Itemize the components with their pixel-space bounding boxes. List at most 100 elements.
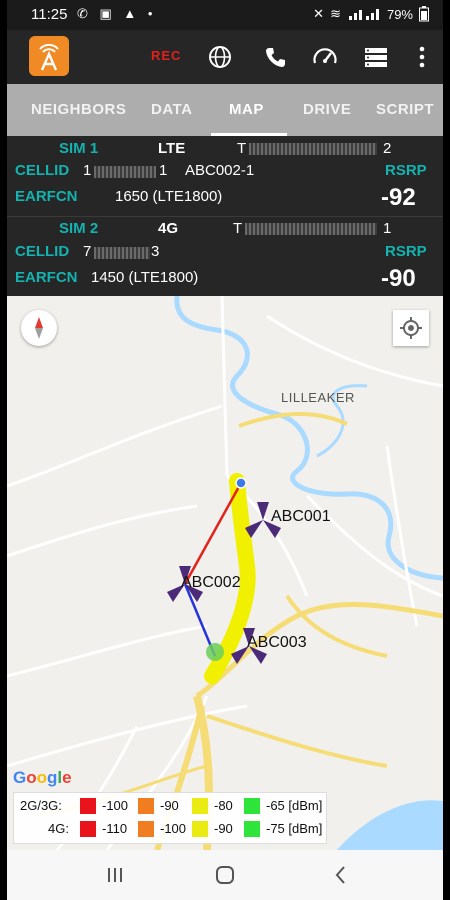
phone-icon[interactable] <box>260 42 290 72</box>
compass-button[interactable] <box>21 310 57 346</box>
operator-suffix: 1 <box>383 220 392 237</box>
recent-apps-icon[interactable] <box>103 863 127 887</box>
system-nav-bar <box>7 850 443 900</box>
cellid-redacted <box>94 166 156 178</box>
rsrp-value: -90 <box>381 265 416 292</box>
legend-value: -90 <box>214 821 233 836</box>
battery-icon <box>419 6 429 22</box>
google-letter: e <box>62 768 72 787</box>
start-point-marker <box>206 643 224 661</box>
legend-swatch-yellow <box>192 798 208 814</box>
tab-drive[interactable]: DRIVE <box>303 84 351 136</box>
cellid-prefix: 1 <box>83 162 92 179</box>
crosshair-icon <box>400 317 422 339</box>
legend-row-label: 4G: <box>48 821 69 836</box>
notification-icons: ✆ ▣ ▲ • <box>77 6 157 21</box>
legend-value: -75 [dBm] <box>266 821 323 836</box>
app-logo-icon[interactable] <box>29 36 69 76</box>
tab-data[interactable]: DATA <box>151 84 192 136</box>
operator-redacted <box>245 223 377 235</box>
status-right: ✕ ≋ 79% <box>313 6 429 22</box>
sim-tech: LTE <box>158 140 186 157</box>
tab-bar: NEIGHBORS DATA MAP DRIVE SCRIPT <box>7 84 443 136</box>
earfcn-value: 1650 (LTE1800) <box>115 188 223 205</box>
sim-1-card: SIM 1 LTE T 2 CELLID 1 1 ABC002-1 RSRP E… <box>7 136 443 215</box>
sim-name: SIM 2 <box>59 220 99 237</box>
legend-value: -100 <box>160 821 187 836</box>
place-label: LILLEAKER <box>281 390 355 405</box>
cell-label-abc001: ABC001 <box>271 508 331 525</box>
storage-icon[interactable] <box>361 42 391 72</box>
map-canvas <box>7 296 443 850</box>
rsrp-label: RSRP <box>385 162 427 179</box>
legend-swatch-orange <box>138 821 154 837</box>
status-time: 11:25 <box>31 6 68 23</box>
cellid-label: CELLID <box>15 243 70 260</box>
mute-icon: ✕ <box>313 6 325 21</box>
record-button[interactable]: REC <box>151 48 181 63</box>
cell-name: ABC002-1 <box>185 162 255 179</box>
back-icon[interactable] <box>329 863 353 887</box>
earfcn-label: EARFCN <box>15 269 78 286</box>
legend-value: -90 <box>160 798 179 813</box>
rsrp-label: RSRP <box>385 243 427 260</box>
rsrp-value: -92 <box>381 184 416 211</box>
map-view[interactable]: LILLEAKER ABC001 ABC002 ABC003 Google 2G… <box>7 296 443 850</box>
cell-label-abc003: ABC003 <box>247 634 307 651</box>
signal-icon <box>348 9 379 20</box>
legend-swatch-red <box>80 821 96 837</box>
compass-icon <box>35 317 43 339</box>
legend-value: -65 [dBm] <box>266 798 323 813</box>
sim-name: SIM 1 <box>59 140 99 157</box>
operator-prefix: T <box>233 220 243 237</box>
minor-roads <box>7 296 443 850</box>
google-letter: g <box>47 768 58 787</box>
phone-screen: 11:25 ✆ ▣ ▲ • ✕ ≋ 79% REC NEIGHBORS DATA… <box>7 0 443 900</box>
sim-2-card: SIM 2 4G T 1 CELLID 7 3 RSRP EARFCN 1450… <box>7 216 443 296</box>
legend-value: -100 <box>102 798 129 813</box>
legend-swatch-green <box>244 821 260 837</box>
sim-info-panel: SIM 1 LTE T 2 CELLID 1 1 ABC002-1 RSRP E… <box>7 136 443 296</box>
speedometer-icon[interactable] <box>310 42 340 72</box>
tab-neighbors[interactable]: NEIGHBORS <box>31 84 126 136</box>
cellid-redacted <box>94 247 150 259</box>
signal-legend: 2G/3G: -100 -90 -80 -65 [dBm] 4G: -110 -… <box>13 792 327 844</box>
legend-row-label: 2G/3G: <box>20 798 62 813</box>
cellid-prefix: 7 <box>83 243 92 260</box>
my-location-button[interactable] <box>393 310 429 346</box>
google-letter: G <box>13 768 27 787</box>
earfcn-value: 1450 (LTE1800) <box>91 269 199 286</box>
legend-swatch-yellow <box>192 821 208 837</box>
legend-row-2g3g: 2G/3G: -100 -90 -80 -65 [dBm] <box>14 796 326 816</box>
operator-suffix: 2 <box>383 140 392 157</box>
legend-value: -110 <box>102 821 128 836</box>
home-icon[interactable] <box>213 863 237 887</box>
current-location-dot <box>235 477 247 489</box>
legend-value: -80 <box>214 798 233 813</box>
tab-map[interactable]: MAP <box>229 84 264 136</box>
status-bar: 11:25 ✆ ▣ ▲ • ✕ ≋ 79% <box>7 0 443 30</box>
wifi-icon: ≋ <box>330 6 341 21</box>
water-area <box>337 800 443 850</box>
serving-link-sim1 <box>183 482 243 585</box>
cellid-label: CELLID <box>15 162 70 179</box>
operator-redacted <box>249 143 377 155</box>
legend-row-4g: 4G: -110 -100 -90 -75 [dBm] <box>14 819 326 839</box>
google-letter: o <box>36 768 48 787</box>
battery-text: 79% <box>386 6 413 22</box>
more-options-icon[interactable] <box>407 42 437 72</box>
google-letter: o <box>26 768 37 787</box>
legend-swatch-orange <box>138 798 154 814</box>
cellid-suffix: 1 <box>159 162 168 179</box>
sim-tech: 4G <box>158 220 179 237</box>
earfcn-label: EARFCN <box>15 188 78 205</box>
operator-prefix: T <box>237 140 247 157</box>
cell-label-abc002: ABC002 <box>181 574 241 591</box>
app-bar: REC <box>7 30 443 84</box>
globe-icon[interactable] <box>205 42 235 72</box>
cellid-suffix: 3 <box>151 243 160 260</box>
legend-swatch-red <box>80 798 96 814</box>
tab-script[interactable]: SCRIPT <box>376 84 434 136</box>
google-logo: Google <box>13 768 72 788</box>
legend-swatch-green <box>244 798 260 814</box>
